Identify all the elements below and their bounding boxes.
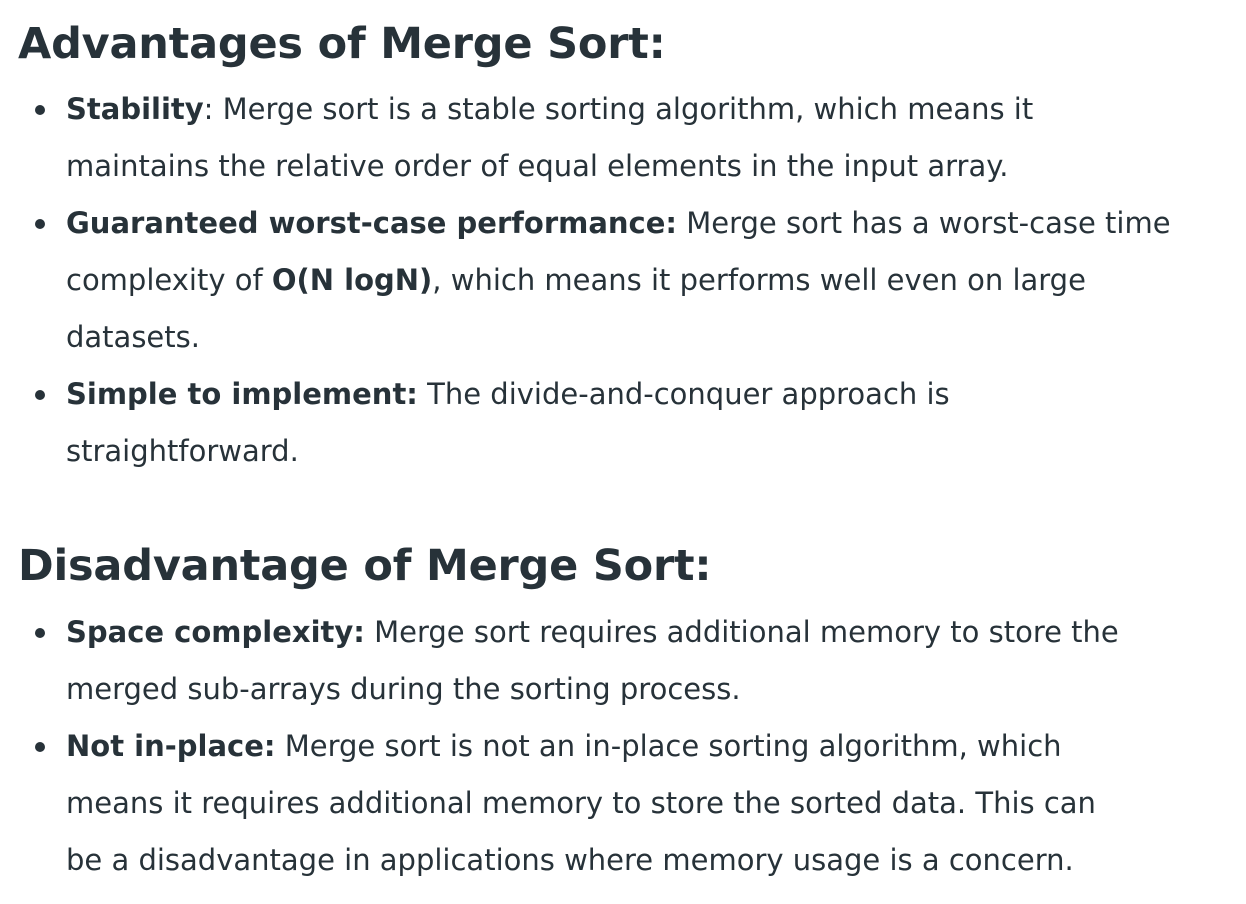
list-item-text: be a disadvantage in applications where … — [66, 843, 1074, 877]
list-item-line: complexity of O(N logN), which means it … — [66, 252, 1246, 309]
list-item-term: Not in-place: — [66, 729, 276, 763]
list-item-text: The divide-and-conquer approach is — [417, 377, 950, 411]
list-item-term: Space complexity: — [66, 615, 365, 649]
list-item-text: complexity of — [66, 263, 272, 297]
bullet-icon — [35, 742, 45, 752]
list-item-text: merged sub-arrays during the sorting pro… — [66, 672, 741, 706]
list-item-line: Guaranteed worst-case performance: Merge… — [66, 195, 1246, 252]
advantages-list: Stability: Merge sort is a stable sortin… — [18, 81, 1246, 480]
list-item-line: Simple to implement: The divide-and-conq… — [66, 366, 1246, 423]
bullet-icon — [35, 628, 45, 638]
list-item-text: Merge sort is not an in-place sorting al… — [275, 729, 1062, 763]
list-item-text: means it requires additional memory to s… — [66, 786, 1096, 820]
disadvantages-heading: Disadvantage of Merge Sort: — [18, 541, 712, 591]
list-item-term: Stability — [66, 92, 204, 126]
list-item-line: Not in-place: Merge sort is not an in-pl… — [66, 718, 1246, 775]
list-item-term: Guaranteed worst-case performance: — [66, 206, 678, 240]
list-item-line: Stability: Merge sort is a stable sortin… — [66, 81, 1246, 138]
bullet-icon — [35, 390, 45, 400]
list-item-text: , which means it performs well even on l… — [432, 263, 1086, 297]
bullet-icon — [35, 219, 45, 229]
list-item-text: maintains the relative order of equal el… — [66, 149, 1009, 183]
list-item-text: datasets. — [66, 320, 200, 354]
list-item-line: Space complexity: Merge sort requires ad… — [66, 604, 1246, 661]
list-item: Guaranteed worst-case performance: Merge… — [18, 195, 1246, 366]
list-item-text: straightforward. — [66, 434, 299, 468]
bullet-icon — [35, 105, 45, 115]
list-item-text: Merge sort requires additional memory to… — [364, 615, 1119, 649]
list-item-text: Merge sort has a worst-case time — [677, 206, 1171, 240]
list-item: Space complexity: Merge sort requires ad… — [18, 604, 1246, 718]
complexity-notation: O(N logN) — [271, 263, 433, 297]
list-item: Not in-place: Merge sort is not an in-pl… — [18, 718, 1246, 889]
list-item-term: Simple to implement: — [66, 377, 418, 411]
advantages-heading: Advantages of Merge Sort: — [18, 19, 666, 69]
list-item: Stability: Merge sort is a stable sortin… — [18, 81, 1246, 195]
list-item: Simple to implement: The divide-and-conq… — [18, 366, 1246, 480]
disadvantages-list: Space complexity: Merge sort requires ad… — [18, 604, 1246, 889]
list-item-text: : Merge sort is a stable sorting algorit… — [203, 92, 1034, 126]
